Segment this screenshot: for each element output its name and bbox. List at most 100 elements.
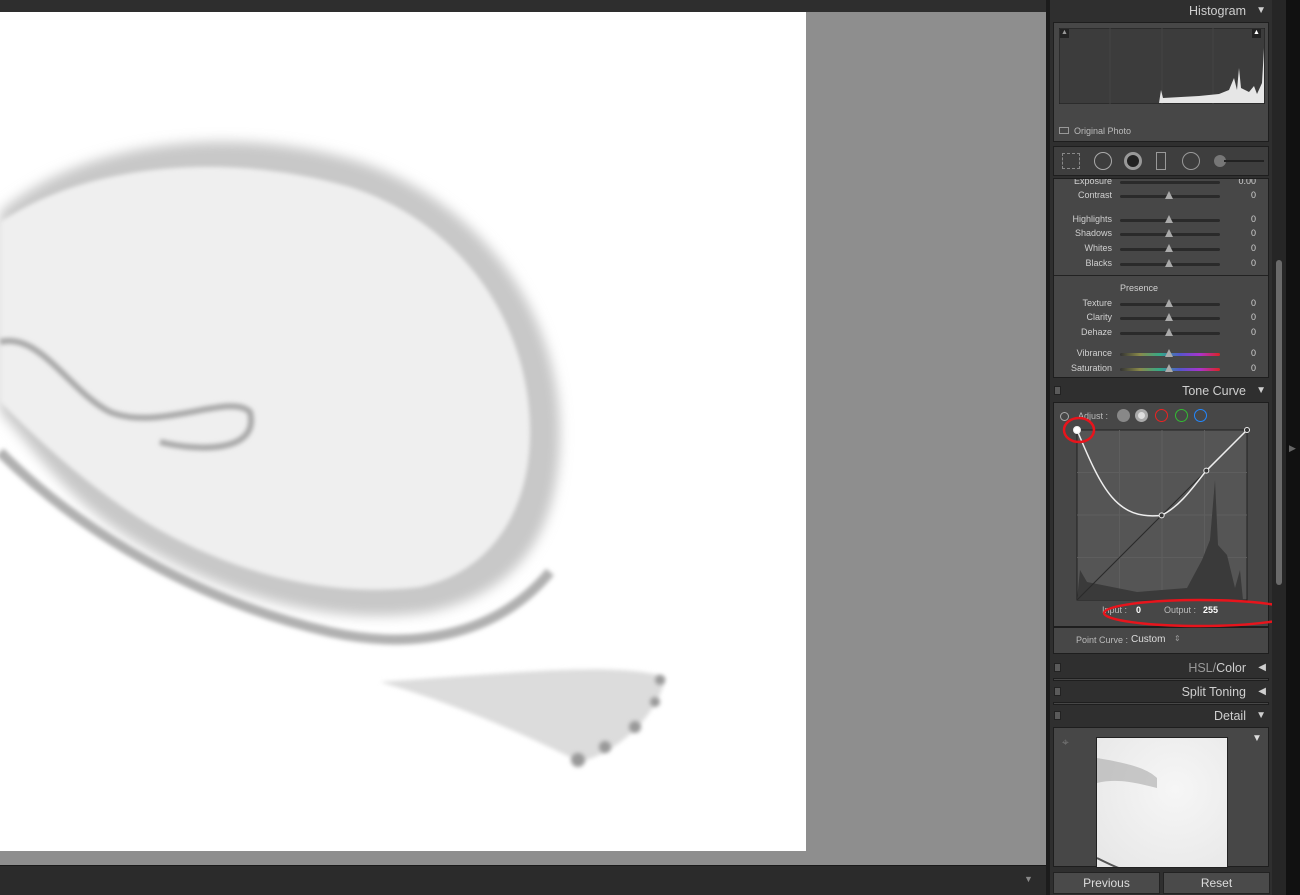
top-strip xyxy=(0,0,1046,12)
crop-overlay-icon[interactable] xyxy=(1062,153,1080,169)
photo-image xyxy=(0,141,665,767)
slider-dehaze[interactable]: Dehaze 0 xyxy=(1054,326,1268,340)
panel-toggle-switch[interactable] xyxy=(1054,687,1061,696)
previous-button[interactable]: Previous xyxy=(1053,872,1160,894)
detail-title: Detail xyxy=(1214,709,1246,723)
slider-clarity[interactable]: Clarity 0 xyxy=(1054,311,1268,325)
slider-thumb[interactable] xyxy=(1165,364,1173,372)
slider-saturation[interactable]: Saturation 0 xyxy=(1054,362,1268,376)
hsl-title: HSL xyxy=(1188,661,1213,675)
slider-value[interactable]: 0 xyxy=(1251,214,1256,224)
detail-target-icon[interactable]: ⌖ xyxy=(1062,735,1069,750)
slider-exposure[interactable]: Exposure 0.00 xyxy=(1054,178,1268,189)
presence-heading: Presence xyxy=(1120,283,1159,293)
radial-filter-icon[interactable] xyxy=(1182,152,1200,170)
slider-value[interactable]: 0 xyxy=(1251,190,1256,200)
slider-value[interactable]: 0 xyxy=(1251,312,1256,322)
point-curve-label: Point Curve : xyxy=(1076,635,1129,645)
histogram-panel: ▲ ▲ Original Photo xyxy=(1053,22,1269,142)
point-curve-row: Point Curve : Custom ⇕ xyxy=(1053,627,1269,654)
slider-value[interactable]: 0.00 xyxy=(1238,179,1256,186)
slider-label: Vibrance xyxy=(1076,348,1112,358)
original-photo-label: Original Photo xyxy=(1074,126,1132,136)
slider-label: Saturation xyxy=(1070,363,1112,373)
shadow-clipping-icon[interactable]: ▲ xyxy=(1060,29,1069,38)
slider-blacks[interactable]: Blacks 0 xyxy=(1054,257,1268,271)
detail-preview-triangle-icon[interactable]: ▼ xyxy=(1252,733,1262,744)
slider-label: Blacks xyxy=(1085,258,1112,268)
curve-control-point[interactable] xyxy=(1158,512,1165,519)
basic-panel: Exposure 0.00 Contrast 0 Highlights 0 Shado… xyxy=(1053,178,1269,378)
tool-strip xyxy=(1053,146,1269,176)
red-annotation-ellipse xyxy=(1102,598,1272,628)
slider-whites[interactable]: Whites 0 xyxy=(1054,242,1268,256)
slider-contrast[interactable]: Contrast 0 xyxy=(1054,189,1268,203)
tone-curve-title: Tone Curve xyxy=(1182,384,1246,398)
slider-highlights[interactable]: Highlights 0 xyxy=(1054,213,1268,227)
collapsed-triangle-icon: ◀ xyxy=(1258,686,1266,697)
slider-value[interactable]: 0 xyxy=(1251,363,1256,373)
collapse-panel-arrow-icon[interactable]: ▶ xyxy=(1289,443,1296,454)
expanded-triangle-icon: ▼ xyxy=(1256,5,1266,16)
develop-right-panel: Histogram ▼ ▲ ▲ Original Photo Exposure 0.… xyxy=(1050,0,1272,895)
brush-slider[interactable] xyxy=(1224,160,1264,162)
split-toning-header[interactable]: Split Toning ◀ xyxy=(1050,681,1272,703)
original-photo-checkbox[interactable] xyxy=(1059,127,1069,134)
slider-thumb[interactable] xyxy=(1165,299,1173,307)
section-divider xyxy=(1054,275,1268,276)
slider-thumb[interactable] xyxy=(1165,191,1173,199)
right-panel-edge: ▶ xyxy=(1286,0,1300,895)
slider-vibrance[interactable]: Vibrance 0 xyxy=(1054,347,1268,361)
histogram-title: Histogram xyxy=(1189,4,1246,18)
highlight-clipping-icon[interactable]: ▲ xyxy=(1252,29,1261,38)
slider-label: Highlights xyxy=(1072,214,1112,224)
slider-thumb[interactable] xyxy=(1165,328,1173,336)
panel-toggle-switch[interactable] xyxy=(1054,711,1061,720)
slider-thumb[interactable] xyxy=(1165,229,1173,237)
slider-label: Contrast xyxy=(1077,190,1112,200)
reset-button[interactable]: Reset xyxy=(1163,872,1270,894)
histogram-chart xyxy=(1059,28,1265,104)
updown-chevron-icon[interactable]: ⇕ xyxy=(1174,634,1181,643)
slider-label: Exposure xyxy=(1073,178,1112,186)
scrollbar-thumb[interactable] xyxy=(1276,260,1282,585)
toolbar-dropdown-icon[interactable]: ▼ xyxy=(1024,874,1033,884)
expanded-triangle-icon: ▼ xyxy=(1256,710,1266,721)
graduated-filter-icon[interactable] xyxy=(1156,152,1166,170)
slider-value[interactable]: 0 xyxy=(1251,348,1256,358)
slider-value[interactable]: 0 xyxy=(1251,243,1256,253)
curve-control-point[interactable] xyxy=(1073,426,1081,434)
slider-value[interactable]: 0 xyxy=(1251,258,1256,268)
filmstrip-toolbar: ▼ xyxy=(0,865,1046,895)
slider-label: Clarity xyxy=(1086,312,1112,322)
slider-thumb[interactable] xyxy=(1165,215,1173,223)
photo-canvas[interactable] xyxy=(0,12,806,851)
curve-control-point[interactable] xyxy=(1244,427,1250,433)
slider-thumb[interactable] xyxy=(1165,244,1173,252)
red-eye-icon[interactable] xyxy=(1124,152,1142,170)
slider-thumb[interactable] xyxy=(1165,313,1173,321)
curve-control-point[interactable] xyxy=(1203,467,1210,474)
split-toning-title: Split Toning xyxy=(1181,685,1246,699)
slider-shadows[interactable]: Shadows 0 xyxy=(1054,227,1268,241)
point-curve-select[interactable]: Custom xyxy=(1131,634,1165,645)
tone-curve-header[interactable]: Tone Curve ▼ xyxy=(1050,380,1272,402)
slider-thumb[interactable] xyxy=(1165,259,1173,267)
expanded-triangle-icon: ▼ xyxy=(1256,385,1266,396)
spot-removal-icon[interactable] xyxy=(1094,152,1112,170)
slider-label: Whites xyxy=(1084,243,1112,253)
slider-value[interactable]: 0 xyxy=(1251,327,1256,337)
slider-label: Dehaze xyxy=(1080,327,1112,337)
detail-header[interactable]: Detail ▼ xyxy=(1050,705,1272,727)
histogram-header[interactable]: Histogram ▼ xyxy=(1050,0,1272,22)
slider-value[interactable]: 0 xyxy=(1251,228,1256,238)
detail-preview-image[interactable] xyxy=(1096,737,1228,868)
slider-texture[interactable]: Texture 0 xyxy=(1054,297,1268,311)
hsl-color-header[interactable]: HSL/Color ◀ xyxy=(1050,657,1272,679)
slider-value[interactable]: 0 xyxy=(1251,298,1256,308)
slider-label: Texture xyxy=(1082,298,1112,308)
slider-track[interactable] xyxy=(1120,181,1220,184)
panel-toggle-switch[interactable] xyxy=(1054,663,1061,672)
panel-toggle-switch[interactable] xyxy=(1054,386,1061,395)
slider-thumb[interactable] xyxy=(1165,349,1173,357)
